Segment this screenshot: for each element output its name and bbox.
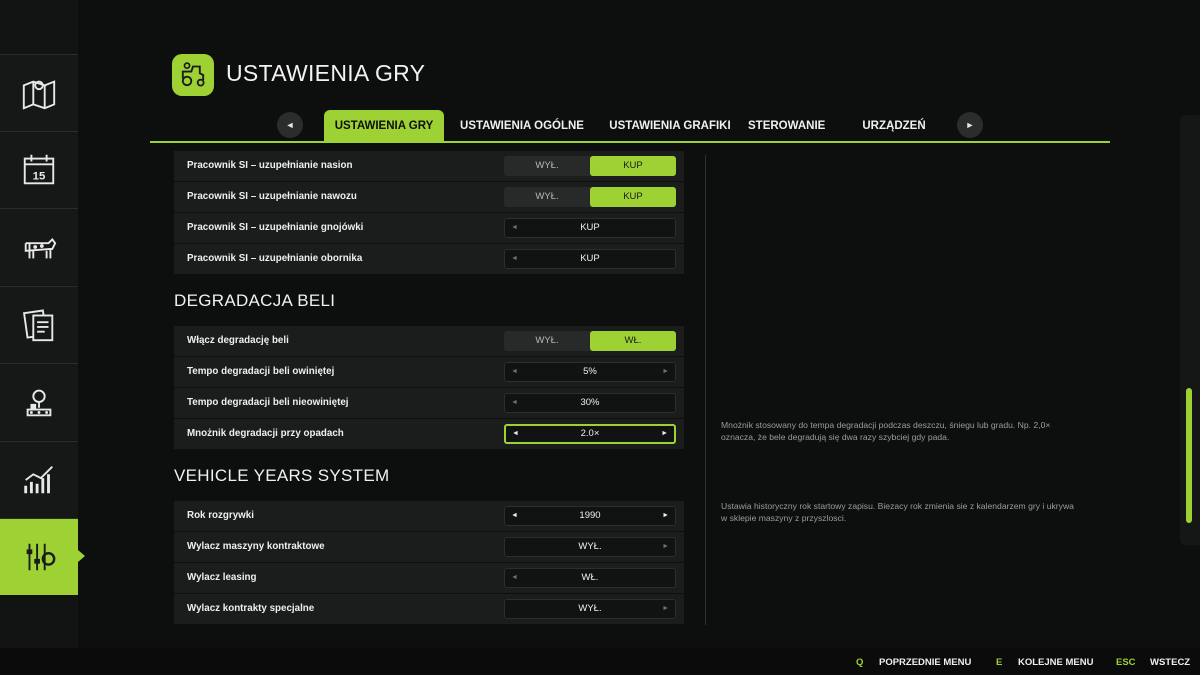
selector-value: WŁ.	[581, 572, 599, 583]
section-title-bale-degradation: DEGRADACJA BELI	[174, 291, 336, 310]
statistics-icon	[24, 466, 53, 494]
manure-selector[interactable]: ◄ KUP	[504, 249, 676, 269]
page-title: USTAWIENIA GRY	[226, 60, 426, 86]
setting-label: Pracownik SI – uzupełnianie nasion	[187, 160, 353, 171]
setting-row-wrapped-bale-rate: Tempo degradacji beli owiniętej ◄ 5% ►	[174, 357, 684, 387]
leasing-selector[interactable]: ◄ WŁ.	[504, 568, 676, 588]
sidebar-item-settings[interactable]	[0, 518, 78, 595]
production-icon	[26, 389, 52, 417]
sidebar-item-map[interactable]	[0, 54, 78, 131]
contracts-icon	[23, 309, 54, 342]
toggle-option-off[interactable]: WYŁ.	[504, 156, 590, 176]
tab-general-settings[interactable]: USTAWIENIA OGÓLNE	[452, 110, 592, 142]
arrow-right-icon[interactable]: ►	[662, 507, 669, 525]
selector-value: 1990	[579, 510, 601, 521]
section-title-vehicle-years: VEHICLE YEARS SYSTEM	[174, 466, 390, 485]
setting-row-slurry: Pracownik SI – uzupełnianie gnojówki ◄ K…	[174, 213, 684, 243]
setting-label: Pracownik SI – uzupełnianie obornika	[187, 253, 363, 264]
tab-devices[interactable]: URZĄDZEŃ	[860, 110, 928, 142]
prev-menu-button[interactable]: POPRZEDNIE MENU	[879, 657, 971, 668]
sidebar-item-contracts[interactable]	[0, 286, 78, 363]
game-year-selector[interactable]: ◄ 1990 ►	[504, 506, 676, 526]
selector-value: 30%	[580, 397, 600, 408]
toggle-option-buy[interactable]: KUP	[590, 156, 676, 176]
arrow-right-icon[interactable]: ►	[661, 426, 668, 442]
setting-label: Mnożnik degradacji przy opadach	[187, 428, 344, 439]
selector-value: KUP	[580, 222, 600, 233]
calendar-icon: 15	[23, 154, 55, 185]
contract-machines-selector[interactable]: WYŁ. ►	[504, 537, 676, 557]
tab-controls[interactable]: STEROWANIE	[748, 110, 825, 142]
tab-game-settings[interactable]: USTAWIENIA GRY	[324, 110, 444, 142]
setting-row-contract-machines: Wylacz maszyny kontraktowe WYŁ. ►	[174, 532, 684, 562]
setting-label: Wylacz kontrakty specjalne	[187, 603, 315, 614]
setting-label: Tempo degradacji beli owiniętej	[187, 366, 335, 377]
cow-icon	[24, 237, 57, 259]
tab-underline	[150, 141, 1110, 143]
tab-graphics-settings[interactable]: USTAWIENIA GRAFIKI	[600, 110, 740, 142]
setting-label: Wylacz maszyny kontraktowe	[187, 541, 325, 552]
selector-value: WYŁ.	[578, 541, 602, 552]
slurry-selector[interactable]: ◄ KUP	[504, 218, 676, 238]
setting-row-fertilizer: Pracownik SI – uzupełnianie nawozu WYŁ. …	[174, 182, 684, 212]
special-contracts-selector[interactable]: WYŁ. ►	[504, 599, 676, 619]
setting-row-seeds: Pracownik SI – uzupełnianie nasion WYŁ. …	[174, 151, 684, 181]
setting-label: Pracownik SI – uzupełnianie nawozu	[187, 191, 357, 202]
selector-value: KUP	[580, 253, 600, 264]
selector-value: WYŁ.	[578, 603, 602, 614]
prev-menu-key[interactable]: Q	[856, 657, 863, 668]
setting-label: Wylacz leasing	[187, 572, 257, 583]
scrollbar-thumb[interactable]	[1186, 388, 1192, 523]
seeds-toggle[interactable]: WYŁ. KUP	[504, 156, 676, 176]
toggle-option-buy[interactable]: KUP	[590, 187, 676, 207]
help-text-rain-multiplier: Mnożnik stosowany do tempa degradacji po…	[721, 420, 1051, 442]
next-menu-button[interactable]: KOLEJNE MENU	[1018, 657, 1093, 668]
setting-row-rain-multiplier: Mnożnik degradacji przy opadach ◄ 2.0× ►	[174, 419, 684, 449]
map-icon	[22, 80, 56, 110]
active-indicator-arrow	[78, 550, 85, 562]
toggle-option-on[interactable]: WŁ.	[590, 331, 676, 351]
toggle-option-off[interactable]: WYŁ.	[504, 331, 590, 351]
selector-value: 5%	[583, 366, 597, 377]
setting-row-enable-bale-degradation: Włącz degradację beli WYŁ. WŁ.	[174, 326, 684, 356]
setting-label: Tempo degradacji beli nieowiniętej	[187, 397, 349, 408]
sidebar-item-calendar[interactable]: 15	[0, 131, 78, 208]
setting-row-unwrapped-bale-rate: Tempo degradacji beli nieowiniętej ◄ 30%	[174, 388, 684, 418]
help-text-game-year: Ustawia historyczny rok startowy zapisu.…	[721, 501, 1074, 523]
rain-multiplier-selector[interactable]: ◄ 2.0× ►	[504, 424, 676, 444]
bale-degradation-toggle[interactable]: WYŁ. WŁ.	[504, 331, 676, 351]
next-menu-key[interactable]: E	[996, 657, 1002, 668]
sidebar-item-production[interactable]	[0, 363, 78, 440]
arrow-right-icon[interactable]: ►	[662, 538, 669, 556]
back-key[interactable]: ESC	[1116, 657, 1136, 668]
tab-prev-button[interactable]: ◄	[277, 112, 303, 138]
setting-label: Pracownik SI – uzupełnianie gnojówki	[187, 222, 364, 233]
wrapped-bale-rate-selector[interactable]: ◄ 5% ►	[504, 362, 676, 382]
settings-sliders-icon	[26, 543, 56, 571]
tractor-settings-icon	[172, 54, 214, 96]
setting-label: Włącz degradację beli	[187, 335, 289, 346]
panel-divider	[705, 155, 706, 625]
back-button[interactable]: WSTECZ	[1150, 657, 1190, 668]
setting-row-manure: Pracownik SI – uzupełnianie obornika ◄ K…	[174, 244, 684, 274]
fertilizer-toggle[interactable]: WYŁ. KUP	[504, 187, 676, 207]
arrow-right-icon[interactable]: ►	[662, 363, 669, 381]
unwrapped-bale-rate-selector[interactable]: ◄ 30%	[504, 393, 676, 413]
setting-row-leasing: Wylacz leasing ◄ WŁ.	[174, 563, 684, 593]
sidebar: 15	[0, 0, 85, 675]
sidebar-item-statistics[interactable]	[0, 441, 78, 518]
tab-next-button[interactable]: ►	[957, 112, 983, 138]
calendar-day-label: 15	[33, 171, 46, 183]
sidebar-item-animals[interactable]	[0, 208, 78, 285]
selector-value: 2.0×	[580, 428, 600, 439]
setting-row-special-contracts: Wylacz kontrakty specjalne WYŁ. ►	[174, 594, 684, 624]
toggle-option-off[interactable]: WYŁ.	[504, 187, 590, 207]
setting-row-game-year: Rok rozgrywki ◄ 1990 ►	[174, 501, 684, 531]
arrow-right-icon[interactable]: ►	[662, 600, 669, 618]
setting-label: Rok rozgrywki	[187, 510, 254, 521]
